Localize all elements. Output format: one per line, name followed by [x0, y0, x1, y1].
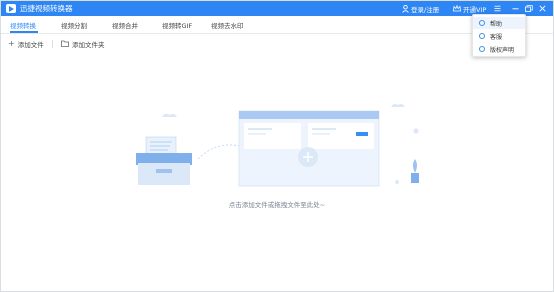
title-bar: 迅捷视频转换器 登录/注册 开通VIP	[1, 1, 553, 16]
connector-line	[197, 144, 240, 160]
close-icon	[539, 5, 546, 12]
file-box-icon	[136, 136, 192, 185]
cloud-icon	[391, 103, 405, 107]
drop-hint-text[interactable]: 点击添加文件或拖拽文件至此处~	[1, 199, 553, 209]
app-logo-icon	[6, 4, 16, 13]
vip-button[interactable]: 开通VIP	[453, 3, 486, 14]
minimize-button[interactable]	[512, 3, 521, 14]
add-folder-button[interactable]: 添加文件夹	[61, 38, 105, 49]
add-file-button[interactable]: + 添加文件	[8, 38, 44, 49]
menu-item-label: 客服	[490, 33, 503, 41]
folder-icon	[61, 40, 69, 47]
tab-video-convert[interactable]: 视频转换	[10, 20, 36, 30]
add-file-label: 添加文件	[17, 40, 44, 49]
decor-dot	[413, 128, 419, 134]
plant-icon	[411, 159, 419, 183]
toolbar: + 添加文件 添加文件夹	[1, 35, 553, 51]
menu-button[interactable]	[494, 3, 503, 14]
plus-icon: +	[8, 38, 15, 48]
active-tab-indicator	[10, 31, 38, 33]
menu-item-help[interactable]: 帮助	[473, 17, 525, 29]
add-folder-label: 添加文件夹	[72, 40, 105, 49]
restore-icon	[525, 5, 533, 12]
login-button[interactable]: 登录/注册	[402, 3, 439, 14]
restore-button[interactable]	[525, 3, 535, 14]
crown-icon	[453, 5, 461, 12]
login-label: 登录/注册	[411, 5, 440, 14]
app-window: 迅捷视频转换器 登录/注册 开通VIP 视频转换 视频分割 视频合并 视频转GI…	[0, 0, 554, 292]
menu-icon	[494, 5, 501, 12]
minimize-icon	[512, 8, 519, 10]
vip-label: 开通VIP	[463, 5, 487, 14]
user-icon	[402, 4, 409, 13]
copyright-icon	[479, 46, 485, 52]
settings-dropdown-menu: 帮助 客服 版权声明	[472, 14, 526, 57]
decor-dot	[395, 180, 399, 184]
tab-video-split[interactable]: 视频分割	[61, 20, 87, 30]
tab-video-merge[interactable]: 视频合并	[112, 20, 138, 30]
drop-zone-illustration[interactable]	[126, 101, 436, 196]
tab-remove-watermark[interactable]: 视频去水印	[211, 20, 244, 30]
app-title: 迅捷视频转换器	[20, 4, 73, 13]
window-illustration	[238, 110, 380, 187]
tab-video-to-gif[interactable]: 视频转GIF	[162, 20, 192, 30]
service-icon	[479, 33, 485, 39]
menu-item-label: 版权声明	[490, 46, 515, 54]
cloud-icon	[162, 113, 177, 117]
toolbar-divider	[52, 40, 53, 48]
close-button[interactable]	[539, 3, 548, 14]
menu-item-label: 帮助	[490, 20, 503, 28]
help-icon	[479, 20, 485, 26]
function-tabs: 视频转换 视频分割 视频合并 视频转GIF 视频去水印	[1, 16, 553, 34]
menu-item-service[interactable]: 客服	[473, 30, 525, 42]
menu-item-copyright[interactable]: 版权声明	[473, 43, 525, 55]
